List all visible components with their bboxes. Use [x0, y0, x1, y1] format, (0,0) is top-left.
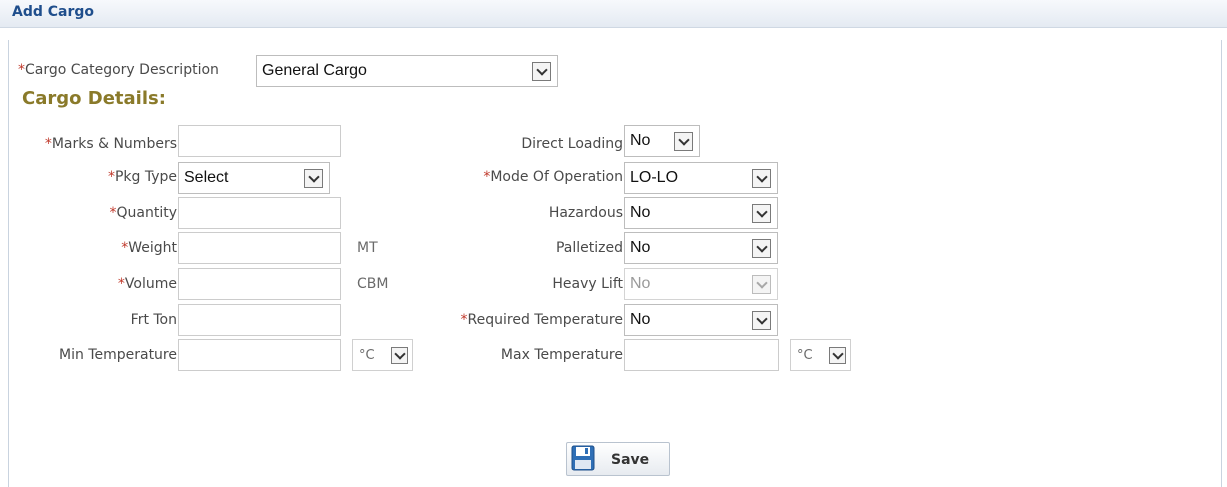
weight-unit: MT	[357, 240, 378, 256]
weight-input[interactable]	[178, 232, 341, 264]
pkg-type-label: *Pkg Type	[107, 169, 177, 185]
mode-of-operation-label: *Mode Of Operation	[483, 169, 623, 185]
chevron-down-icon	[829, 347, 846, 364]
save-button[interactable]: Save	[566, 442, 670, 476]
max-temperature-input[interactable]	[624, 339, 779, 371]
volume-input[interactable]	[178, 268, 341, 300]
direct-loading-select[interactable]: No	[624, 125, 700, 157]
required-temperature-label: *Required Temperature	[460, 312, 623, 328]
hazardous-select[interactable]: No	[624, 197, 778, 229]
chevron-down-icon	[674, 132, 693, 151]
chevron-down-icon	[752, 275, 771, 294]
cargo-category-select[interactable]: General Cargo	[256, 55, 558, 87]
cargo-category-label: *Cargo Category Description	[18, 62, 219, 78]
marks-numbers-input[interactable]	[178, 125, 341, 157]
marks-numbers-label: *Marks & Numbers	[44, 136, 177, 152]
max-temperature-label: Max Temperature	[500, 347, 623, 363]
mode-of-operation-select[interactable]: LO-LO	[624, 162, 778, 194]
quantity-label: *Quantity	[109, 205, 178, 221]
heavy-lift-select: No	[624, 268, 778, 300]
pkg-type-select[interactable]: Select	[178, 162, 330, 194]
chevron-down-icon	[304, 169, 323, 188]
heavy-lift-label: Heavy Lift	[552, 276, 623, 292]
panel-header: Add Cargo	[0, 0, 1227, 28]
direct-loading-label: Direct Loading	[521, 136, 623, 152]
page-title: Add Cargo	[12, 4, 95, 20]
palletized-label: Palletized	[555, 240, 623, 256]
weight-label: *Weight	[121, 240, 177, 256]
floppy-disk-icon	[571, 445, 595, 471]
volume-label: *Volume	[117, 276, 177, 292]
volume-unit: CBM	[357, 276, 389, 292]
max-temperature-unit-select[interactable]: °C	[790, 339, 851, 371]
hazardous-label: Hazardous	[548, 205, 623, 221]
quantity-input[interactable]	[178, 197, 341, 229]
min-temperature-unit-select[interactable]: °C	[352, 339, 413, 371]
chevron-down-icon	[752, 204, 771, 223]
palletized-select[interactable]: No	[624, 232, 778, 264]
min-temperature-input[interactable]	[178, 339, 341, 371]
section-title: Cargo Details:	[22, 88, 166, 109]
required-temperature-select[interactable]: No	[624, 304, 778, 336]
chevron-down-icon	[752, 311, 771, 330]
chevron-down-icon	[752, 239, 771, 258]
chevron-down-icon	[391, 347, 408, 364]
chevron-down-icon	[752, 169, 771, 188]
frt-ton-label: Frt Ton	[130, 312, 177, 328]
frt-ton-input[interactable]	[178, 304, 341, 336]
min-temperature-label: Min Temperature	[59, 347, 177, 363]
chevron-down-icon	[532, 62, 551, 81]
